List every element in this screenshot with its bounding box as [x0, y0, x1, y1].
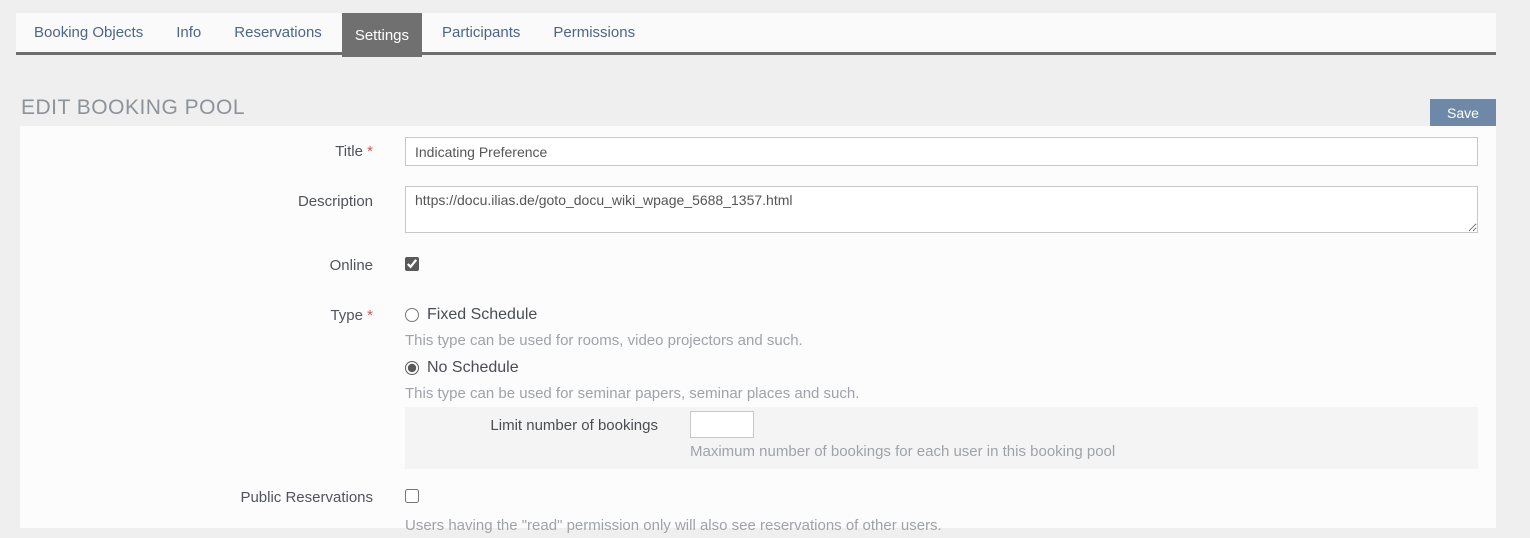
required-marker: *: [367, 307, 373, 324]
title-label: Title *: [20, 137, 405, 166]
description-row: Description https://docu.ilias.de/goto_d…: [20, 186, 1496, 238]
tab-booking-objects[interactable]: Booking Objects: [34, 13, 143, 52]
tab-settings[interactable]: Settings: [342, 13, 422, 57]
public-reservations-checkbox[interactable]: [405, 489, 419, 503]
no-schedule-hint: This type can be used for seminar papers…: [405, 385, 1478, 402]
required-marker: *: [367, 143, 373, 160]
description-textarea[interactable]: https://docu.ilias.de/goto_docu_wiki_wpa…: [405, 186, 1478, 233]
public-reservations-row: Public Reservations Users having the "re…: [20, 489, 1496, 534]
type-row: Type * Fixed Schedule This type can be u…: [20, 306, 1496, 469]
edit-booking-pool-form: Title * Description https://docu.ilias.d…: [20, 126, 1496, 528]
fixed-schedule-label[interactable]: Fixed Schedule: [427, 306, 537, 324]
online-label: Online: [20, 257, 405, 276]
no-schedule-radio[interactable]: [405, 361, 419, 375]
limit-bookings-label: Limit number of bookings: [405, 411, 690, 438]
tab-info[interactable]: Info: [176, 13, 201, 52]
type-label: Type *: [20, 306, 405, 469]
fixed-schedule-hint: This type can be used for rooms, video p…: [405, 332, 1478, 349]
title-row: Title *: [20, 137, 1496, 166]
page-title: EDIT BOOKING POOL: [21, 96, 245, 120]
limit-bookings-input[interactable]: [690, 411, 754, 438]
limit-bookings-hint: Maximum number of bookings for each user…: [690, 443, 1478, 460]
description-label: Description: [20, 186, 405, 238]
tab-reservations[interactable]: Reservations: [234, 13, 322, 52]
public-reservations-label: Public Reservations: [20, 489, 405, 534]
limit-bookings-subsection: Limit number of bookings Maximum number …: [405, 407, 1478, 469]
tab-permissions[interactable]: Permissions: [553, 13, 635, 52]
no-schedule-label[interactable]: No Schedule: [427, 359, 519, 377]
tab-bar: Booking Objects Info Reservations Settin…: [16, 13, 1496, 55]
fixed-schedule-option: Fixed Schedule: [405, 306, 1478, 324]
online-row: Online: [20, 257, 1496, 276]
page: Booking Objects Info Reservations Settin…: [0, 0, 1530, 538]
tab-participants[interactable]: Participants: [442, 13, 520, 52]
fixed-schedule-radio[interactable]: [405, 308, 419, 322]
no-schedule-option: No Schedule: [405, 359, 1478, 377]
online-checkbox[interactable]: [405, 257, 419, 271]
save-button[interactable]: Save: [1430, 99, 1496, 126]
public-reservations-hint: Users having the "read" permission only …: [405, 517, 1478, 534]
title-input[interactable]: [405, 137, 1478, 166]
